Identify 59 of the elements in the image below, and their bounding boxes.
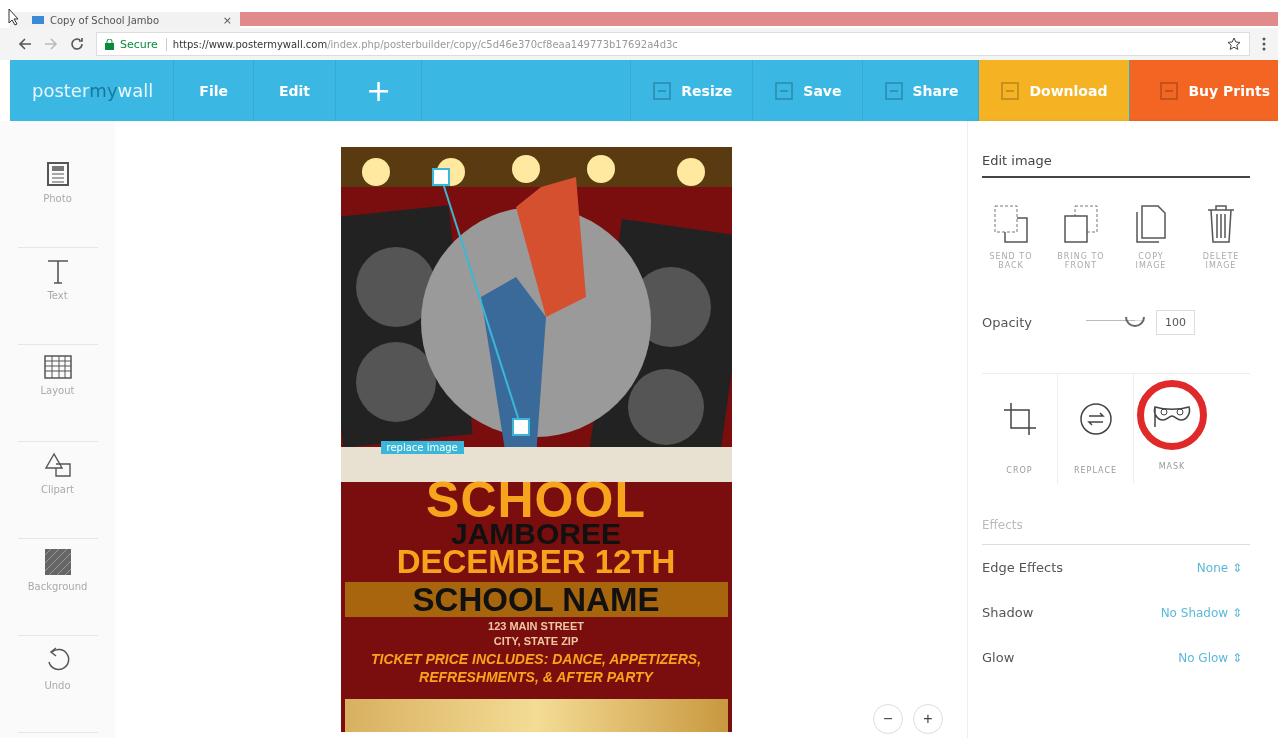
text-icon (45, 258, 70, 284)
layer-action-button[interactable]: SEND TO BACK (982, 204, 1040, 270)
effect-label: Glow (982, 650, 1015, 665)
replace-image-label[interactable]: replace image (380, 441, 464, 454)
effect-dropdown[interactable]: None ⇕ (1196, 560, 1242, 575)
layers-icon (1063, 204, 1099, 244)
address-text: 123 MAIN STREET (488, 621, 584, 632)
address-field[interactable]: Secure https://www.postermywall.com/index.php/posterbuilder/copy/c5d46e370cf8eaa149773b17692a4d3c (96, 32, 1250, 56)
opacity-input[interactable]: 100 (1156, 310, 1195, 335)
trash-icon (1206, 204, 1236, 244)
opacity-label: Opacity (982, 315, 1033, 330)
box-icon (651, 80, 674, 101)
section-heading: Effects (982, 504, 1250, 545)
image-tool-button[interactable]: MASK (1134, 374, 1210, 484)
back-icon[interactable] (18, 37, 32, 51)
address-text: CITY, STATE ZIP (493, 636, 579, 647)
toolbar-button[interactable]: Download (978, 60, 1130, 121)
zoom-button[interactable]: + (913, 704, 943, 734)
more-icon[interactable] (1262, 37, 1266, 51)
sidebar-item[interactable]: Background (17, 539, 98, 636)
copy-icon (1133, 204, 1169, 244)
reload-icon[interactable] (70, 37, 84, 51)
layer-action-button[interactable]: COPY IMAGE (1122, 204, 1180, 270)
shapes-icon (43, 452, 72, 478)
effect-dropdown[interactable]: No Shadow ⇕ (1160, 605, 1242, 620)
box-icon (773, 80, 796, 101)
effect-label: Edge Effects (982, 560, 1064, 575)
star-icon[interactable] (1227, 37, 1241, 51)
browser-tab[interactable]: Copy of School Jambo × (10, 12, 240, 28)
layers-icon (993, 204, 1029, 244)
panel-heading: Edit image (982, 121, 1250, 178)
pattern-icon (44, 549, 71, 575)
sidebar-item[interactable]: Clipart (17, 442, 98, 539)
box-icon (1158, 80, 1181, 101)
image-tool-button[interactable]: REPLACE (1058, 374, 1134, 484)
photo-icon (45, 161, 70, 187)
effect-label: Shadow (982, 605, 1034, 620)
lock-icon (105, 38, 114, 50)
toolbar-button[interactable]: Buy Prints (1129, 60, 1278, 121)
crop-icon (1002, 402, 1037, 436)
image-tool-button[interactable]: CROP (982, 374, 1058, 484)
grid-icon (43, 355, 72, 379)
school-name-banner: SCHOOL NAME (344, 582, 728, 617)
layer-action-button[interactable]: BRING TO FRONT (1052, 204, 1110, 270)
poster-details: TICKET PRICE INCLUDES: DANCE, APPETIZERS, REFRESHMENTS, & AFTER PARTY (369, 650, 703, 687)
box-icon (882, 80, 905, 101)
sidebar-item[interactable]: Undo (17, 636, 98, 733)
effect-dropdown[interactable]: No Glow ⇕ (1178, 650, 1242, 665)
box-icon (999, 80, 1022, 101)
swap-icon (1078, 402, 1113, 436)
zoom-button[interactable]: − (873, 704, 903, 734)
slider-handle[interactable] (1125, 316, 1146, 327)
page-icon (32, 16, 44, 24)
close-tab-button[interactable]: × (222, 13, 232, 27)
sidebar-item[interactable]: Photo (17, 151, 98, 248)
sidebar-item[interactable]: Text (17, 248, 98, 345)
poster[interactable]: replace image SCHOOL JAMBOREE DECEMBER 12TH SCHOOL NAME 123 MAIN STREET CITY, STATE ZIP TICKET PRICE INCLUDES: DANCE, APPETIZERS, REFRESHMENTS, & AFTER PARTY (340, 147, 732, 732)
sidebar-item[interactable]: Layout (17, 345, 98, 442)
layer-action-button[interactable]: DELETE IMAGE (1192, 204, 1250, 270)
